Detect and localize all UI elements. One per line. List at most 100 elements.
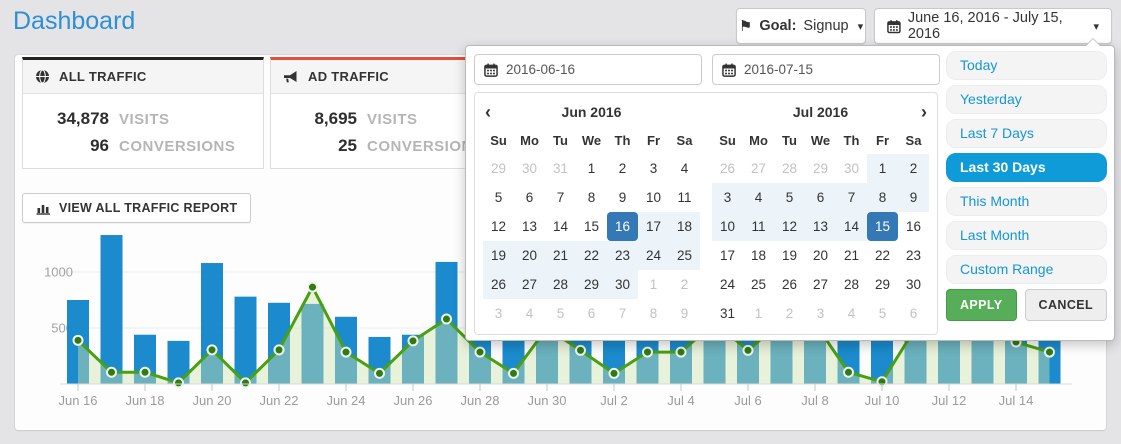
day-cell[interactable]: 28 xyxy=(836,270,867,299)
day-cell[interactable]: 26 xyxy=(712,154,743,183)
day-cell[interactable]: 2 xyxy=(774,299,805,328)
day-cell[interactable]: 29 xyxy=(483,154,514,183)
day-cell[interactable]: 17 xyxy=(638,212,669,241)
day-cell[interactable]: 27 xyxy=(514,270,545,299)
apply-button[interactable]: APPLY xyxy=(946,289,1017,321)
day-cell[interactable]: 29 xyxy=(867,270,898,299)
day-cell[interactable]: 9 xyxy=(898,183,929,212)
day-cell[interactable]: 31 xyxy=(712,299,743,328)
day-cell[interactable]: 9 xyxy=(607,183,638,212)
day-cell[interactable]: 1 xyxy=(743,299,774,328)
day-cell[interactable]: 24 xyxy=(638,241,669,270)
day-cell[interactable]: 23 xyxy=(898,241,929,270)
day-cell[interactable]: 4 xyxy=(836,299,867,328)
day-cell[interactable]: 22 xyxy=(867,241,898,270)
day-cell[interactable]: 1 xyxy=(576,154,607,183)
day-cell[interactable]: 6 xyxy=(514,183,545,212)
day-cell[interactable]: 4 xyxy=(514,299,545,328)
day-cell[interactable]: 5 xyxy=(483,183,514,212)
day-cell[interactable]: 23 xyxy=(607,241,638,270)
range-option-today[interactable]: Today xyxy=(946,51,1107,80)
day-cell[interactable]: 25 xyxy=(669,241,700,270)
day-cell[interactable]: 30 xyxy=(607,270,638,299)
day-cell[interactable]: 7 xyxy=(836,183,867,212)
day-cell[interactable]: 28 xyxy=(774,154,805,183)
day-cell[interactable]: 6 xyxy=(576,299,607,328)
day-cell[interactable]: 24 xyxy=(712,270,743,299)
range-option-last-30-days[interactable]: Last 30 Days xyxy=(946,153,1107,182)
day-cell[interactable]: 8 xyxy=(576,183,607,212)
date-range-button[interactable]: June 16, 2016 - July 15, 2016 ▾ xyxy=(874,8,1112,44)
day-cell[interactable]: 14 xyxy=(836,212,867,241)
day-cell[interactable]: 21 xyxy=(836,241,867,270)
day-cell[interactable]: 16 xyxy=(898,212,929,241)
day-cell[interactable]: 19 xyxy=(483,241,514,270)
day-cell[interactable]: 5 xyxy=(867,299,898,328)
day-cell[interactable]: 2 xyxy=(898,154,929,183)
day-cell[interactable]: 22 xyxy=(576,241,607,270)
range-option-custom-range[interactable]: Custom Range xyxy=(946,255,1107,284)
day-cell[interactable]: 7 xyxy=(545,183,576,212)
day-cell[interactable]: 18 xyxy=(743,241,774,270)
cancel-button[interactable]: CANCEL xyxy=(1025,289,1107,321)
day-cell[interactable]: 30 xyxy=(514,154,545,183)
day-cell[interactable]: 12 xyxy=(774,212,805,241)
day-cell[interactable]: 6 xyxy=(805,183,836,212)
day-cell[interactable]: 13 xyxy=(514,212,545,241)
range-option-yesterday[interactable]: Yesterday xyxy=(946,85,1107,114)
day-cell[interactable]: 15 xyxy=(576,212,607,241)
day-cell[interactable]: 26 xyxy=(483,270,514,299)
day-cell[interactable]: 7 xyxy=(607,299,638,328)
day-cell[interactable]: 8 xyxy=(867,183,898,212)
day-cell[interactable]: 30 xyxy=(836,154,867,183)
day-cell[interactable]: 9 xyxy=(669,299,700,328)
day-cell[interactable]: 26 xyxy=(774,270,805,299)
day-cell[interactable]: 3 xyxy=(483,299,514,328)
day-cell[interactable]: 13 xyxy=(805,212,836,241)
day-cell[interactable]: 1 xyxy=(638,270,669,299)
day-cell[interactable]: 8 xyxy=(638,299,669,328)
day-cell[interactable]: 31 xyxy=(545,154,576,183)
end-date-input[interactable]: 2016-07-15 xyxy=(712,54,940,85)
start-date-input[interactable]: 2016-06-16 xyxy=(474,54,702,85)
day-cell[interactable]: 6 xyxy=(898,299,929,328)
day-cell[interactable]: 28 xyxy=(545,270,576,299)
day-cell[interactable]: 25 xyxy=(743,270,774,299)
day-cell[interactable]: 30 xyxy=(898,270,929,299)
next-month-icon[interactable]: › xyxy=(905,98,927,127)
range-option-last-7-days[interactable]: Last 7 Days xyxy=(946,119,1107,148)
day-cell[interactable]: 29 xyxy=(805,154,836,183)
day-cell[interactable]: 2 xyxy=(669,270,700,299)
day-cell[interactable]: 3 xyxy=(712,183,743,212)
day-cell[interactable]: 1 xyxy=(867,154,898,183)
day-cell[interactable]: 18 xyxy=(669,212,700,241)
day-cell[interactable]: 10 xyxy=(638,183,669,212)
day-cell[interactable]: 5 xyxy=(774,183,805,212)
selected-day-cell[interactable]: 16 xyxy=(607,212,638,241)
day-cell[interactable]: 3 xyxy=(805,299,836,328)
day-cell[interactable]: 14 xyxy=(545,212,576,241)
view-all-traffic-report-button[interactable]: VIEW ALL TRAFFIC REPORT xyxy=(22,193,251,223)
day-cell[interactable]: 29 xyxy=(576,270,607,299)
range-option-last-month[interactable]: Last Month xyxy=(946,221,1107,250)
goal-selector-button[interactable]: ⚑ Goal: Signup ▾ xyxy=(736,8,866,44)
day-cell[interactable]: 20 xyxy=(805,241,836,270)
day-cell[interactable]: 5 xyxy=(545,299,576,328)
prev-month-icon[interactable]: ‹ xyxy=(485,98,507,127)
day-cell[interactable]: 21 xyxy=(545,241,576,270)
day-cell[interactable]: 2 xyxy=(607,154,638,183)
day-cell[interactable]: 20 xyxy=(514,241,545,270)
day-cell[interactable]: 11 xyxy=(669,183,700,212)
day-cell[interactable]: 27 xyxy=(743,154,774,183)
day-cell[interactable]: 12 xyxy=(483,212,514,241)
range-option-this-month[interactable]: This Month xyxy=(946,187,1107,216)
day-cell[interactable]: 4 xyxy=(669,154,700,183)
day-cell[interactable]: 27 xyxy=(805,270,836,299)
day-cell[interactable]: 17 xyxy=(712,241,743,270)
day-cell[interactable]: 10 xyxy=(712,212,743,241)
day-cell[interactable]: 4 xyxy=(743,183,774,212)
day-cell[interactable]: 3 xyxy=(638,154,669,183)
day-cell[interactable]: 11 xyxy=(743,212,774,241)
selected-day-cell[interactable]: 15 xyxy=(867,212,898,241)
day-cell[interactable]: 19 xyxy=(774,241,805,270)
